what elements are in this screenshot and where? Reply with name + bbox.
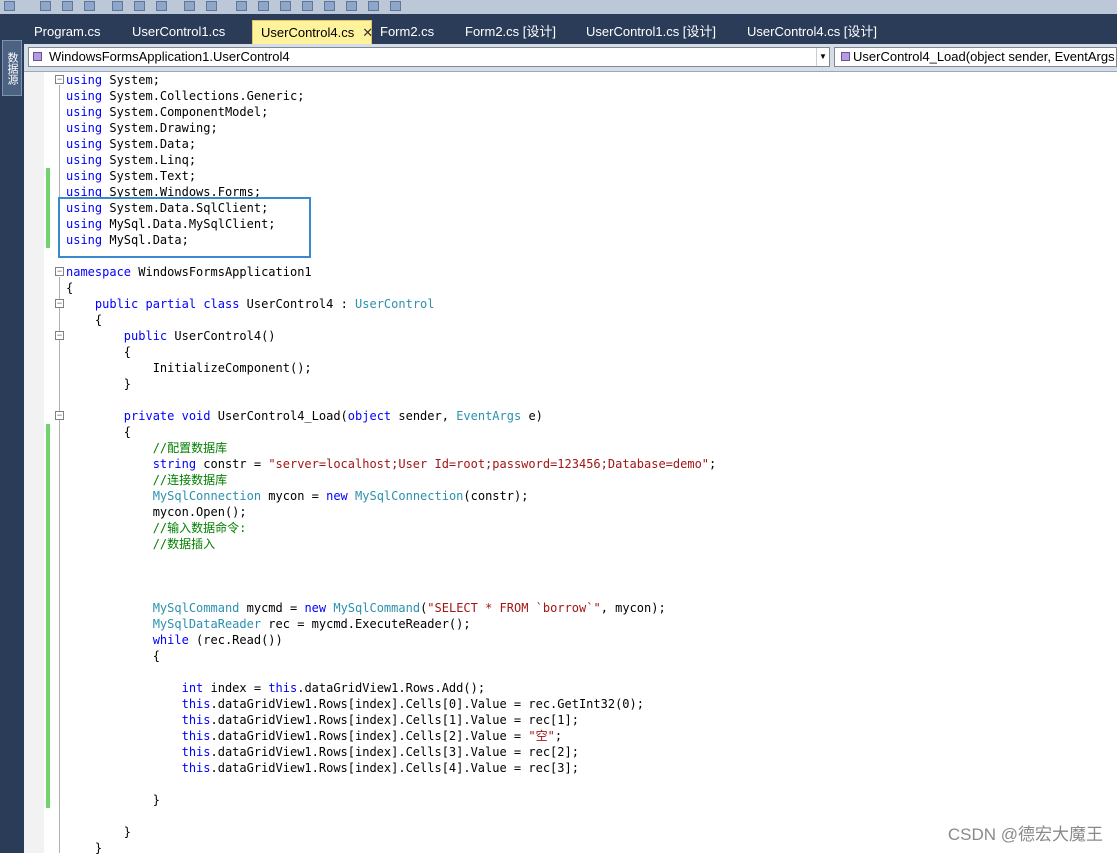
chevron-down-icon[interactable]: ▼ (816, 48, 829, 66)
code-line: //数据插入 (152, 537, 216, 551)
method-icon (841, 52, 850, 61)
class-dropdown[interactable]: WindowsFormsApplication1.UserControl4 ▼ (28, 47, 830, 67)
toolbar-icon[interactable] (258, 1, 269, 11)
toolbar-icon[interactable] (368, 1, 379, 11)
code-line: //连接数据库 (152, 473, 228, 487)
toolbar-icon[interactable] (156, 1, 167, 11)
toolbar-icon[interactable] (84, 1, 95, 11)
toolbar-icon[interactable] (112, 1, 123, 11)
code-line: } (66, 825, 132, 839)
tab-form2-design[interactable]: Form2.cs [设计] (457, 20, 564, 44)
code-line: { (66, 281, 74, 295)
code-line: using System.Data; (66, 137, 197, 151)
code-line: InitializeComponent(); (66, 361, 312, 375)
code-line: using System.Collections.Generic; (66, 89, 305, 103)
code-line: int index = this.dataGridView1.Rows.Add(… (181, 681, 486, 695)
code-line: { (66, 649, 160, 663)
code-text-area: using System; using System.Collections.Ge… (24, 72, 1117, 855)
code-line: while (rec.Read()) (152, 633, 283, 647)
code-line: { (66, 425, 132, 439)
toolbar-icon[interactable] (4, 1, 15, 11)
code-line: } (66, 793, 160, 807)
code-line: private void UserControl4_Load(object se… (123, 409, 543, 423)
code-line: string constr = "server=localhost;User I… (152, 457, 717, 471)
code-line: public partial class UserControl4 : User… (94, 297, 435, 311)
annotation-highlight-box (58, 197, 311, 258)
toolbar-icon[interactable] (206, 1, 217, 11)
member-dropdown-value: UserControl4_Load(object sender, EventAr… (853, 49, 1117, 64)
watermark: CSDN @德宏大魔王 (947, 825, 1103, 844)
code-line: { (66, 345, 132, 359)
tab-usercontrol1-design[interactable]: UserControl1.cs [设计] (578, 20, 724, 44)
code-line: } (66, 377, 132, 391)
toolbar-icon[interactable] (134, 1, 145, 11)
toolbar-icon[interactable] (184, 1, 195, 11)
data-sources-tab[interactable]: 数据源 (2, 40, 22, 96)
code-line: using System; (66, 73, 160, 87)
code-line: //输入数据命令: (152, 521, 247, 535)
tab-usercontrol1-cs[interactable]: UserControl1.cs (124, 20, 233, 44)
toolbar-icon[interactable] (280, 1, 291, 11)
document-tab-bar: Program.cs UserControl1.cs UserControl4.… (24, 14, 1117, 44)
code-line: using System.Linq; (66, 153, 197, 167)
code-line: } (66, 841, 103, 855)
code-line: mycon.Open(); (66, 505, 247, 519)
code-line: MySqlDataReader rec = mycmd.ExecuteReade… (152, 617, 471, 631)
class-icon (33, 52, 42, 61)
code-line: this.dataGridView1.Rows[index].Cells[2].… (181, 729, 563, 743)
code-line: { (66, 313, 103, 327)
navigation-bar: WindowsFormsApplication1.UserControl4 ▼ … (24, 44, 1117, 72)
tab-usercontrol4-cs[interactable]: UserControl4.cs ✕ (252, 20, 373, 44)
code-line: this.dataGridView1.Rows[index].Cells[3].… (181, 745, 579, 759)
toolbar-icon[interactable] (324, 1, 335, 11)
tab-program-cs[interactable]: Program.cs (26, 20, 108, 44)
tab-usercontrol4-design[interactable]: UserControl4.cs [设计] (739, 20, 885, 44)
toolbar-icon[interactable] (236, 1, 247, 11)
code-line: this.dataGridView1.Rows[index].Cells[1].… (181, 713, 579, 727)
toolbar-icon[interactable] (40, 1, 51, 11)
toolbar-icon[interactable] (346, 1, 357, 11)
tab-form2-cs[interactable]: Form2.cs (372, 20, 442, 44)
code-line: //配置数据库 (152, 441, 228, 455)
code-line: this.dataGridView1.Rows[index].Cells[4].… (181, 761, 579, 775)
toolbar-icon[interactable] (62, 1, 73, 11)
code-line: this.dataGridView1.Rows[index].Cells[0].… (181, 697, 644, 711)
code-line: MySqlCommand mycmd = new MySqlCommand("S… (152, 601, 666, 615)
code-line: using System.Text; (66, 169, 197, 183)
toolbar-icon[interactable] (302, 1, 313, 11)
code-line: using System.Drawing; (66, 121, 218, 135)
toolbar (0, 0, 1117, 15)
code-line: namespace WindowsFormsApplication1 (66, 265, 312, 279)
code-line: using System.ComponentModel; (66, 105, 269, 119)
member-dropdown[interactable]: UserControl4_Load(object sender, EventAr… (834, 47, 1117, 67)
class-dropdown-value: WindowsFormsApplication1.UserControl4 (49, 49, 290, 64)
code-line: public UserControl4() (123, 329, 276, 343)
code-editor[interactable]: − − − − − using System; using System.Coll… (24, 72, 1117, 855)
side-panel: 数据源 (0, 14, 24, 853)
tab-label: UserControl4.cs (261, 25, 355, 40)
code-line: MySqlConnection mycon = new MySqlConnect… (152, 489, 529, 503)
toolbar-icon[interactable] (390, 1, 401, 11)
